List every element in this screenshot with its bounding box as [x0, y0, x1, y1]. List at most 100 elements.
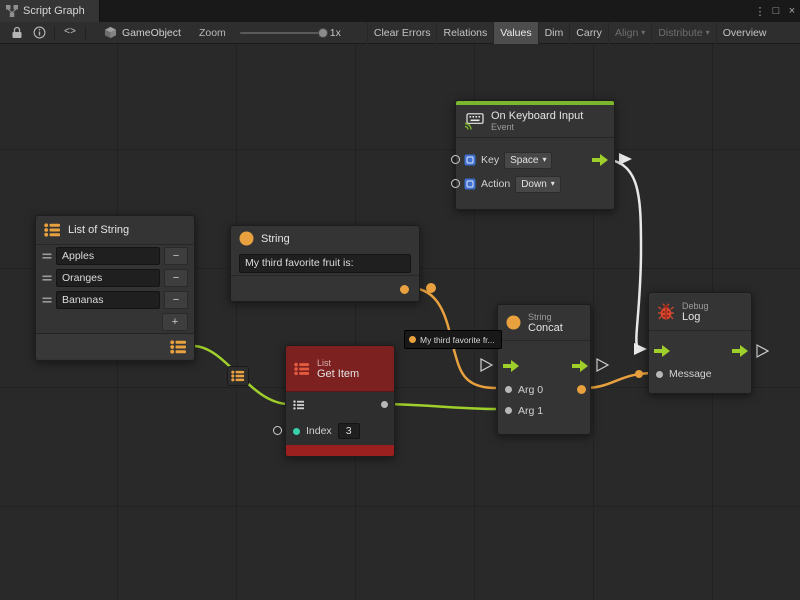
- index-input-port[interactable]: [293, 428, 300, 435]
- list-icon: [44, 223, 61, 237]
- flow-input-port[interactable]: [503, 360, 519, 372]
- node-subtitle: Event: [491, 122, 583, 132]
- info-button[interactable]: [28, 22, 50, 44]
- clear-errors-button[interactable]: Clear Errors: [367, 22, 437, 44]
- gameobject-icon: [104, 26, 117, 39]
- flow-output-port[interactable]: [592, 154, 608, 166]
- code-view-button[interactable]: <>: [59, 22, 81, 44]
- arg1-input-port[interactable]: [505, 407, 512, 414]
- flow-hint-triangle-icon: [757, 345, 768, 357]
- node-category: Debug: [682, 301, 709, 311]
- index-label: Index: [306, 425, 332, 437]
- keyboard-icon: [464, 113, 484, 130]
- list-item-row: Apples −: [36, 245, 194, 267]
- remove-item-button[interactable]: −: [164, 269, 188, 287]
- index-row: Index 3: [286, 418, 396, 444]
- node-concat[interactable]: String Concat Arg 0 Arg 1: [497, 304, 591, 435]
- flow-row: [498, 353, 592, 379]
- list-output-row: [36, 333, 194, 359]
- flow-arrowhead: [634, 343, 647, 355]
- maximize-icon[interactable]: □: [768, 0, 784, 22]
- lock-button[interactable]: [6, 22, 28, 44]
- string-output-port[interactable]: [400, 285, 409, 294]
- node-title: List of String: [68, 224, 129, 236]
- list-input-port[interactable]: [293, 400, 305, 410]
- zoom-value: 1x: [330, 27, 341, 39]
- code-icon: <>: [64, 27, 76, 38]
- graph-canvas[interactable]: On Keyboard Input Event Key Space ▾ Acti…: [0, 44, 800, 600]
- node-get-item[interactable]: List Get Item Index 3: [285, 345, 395, 457]
- drag-handle-icon[interactable]: [42, 274, 52, 282]
- flow-hint-triangle-icon: [481, 359, 492, 371]
- list-item-field[interactable]: Oranges: [56, 269, 160, 287]
- arg0-input-port[interactable]: [505, 386, 512, 393]
- item-output-port[interactable]: [381, 401, 388, 408]
- window-title: Script Graph: [23, 5, 85, 17]
- align-button[interactable]: Align▾: [608, 22, 651, 44]
- distribute-button[interactable]: Distribute▾: [651, 22, 715, 44]
- node-string-literal[interactable]: String My third favorite fruit is:: [230, 225, 420, 302]
- node-list-of-string[interactable]: List of String Apples − Oranges − Banana…: [35, 215, 195, 361]
- index-external-port[interactable]: [273, 426, 282, 435]
- keycap-icon: [464, 178, 476, 190]
- window-menu-icon[interactable]: ⋮: [752, 0, 768, 22]
- wire-value-label: My third favorite fr...: [404, 330, 502, 349]
- node-title: Get Item: [317, 368, 359, 380]
- list-item-row: Oranges −: [36, 267, 194, 289]
- node-category: String: [528, 312, 563, 322]
- flow-output-port[interactable]: [732, 345, 748, 357]
- message-row: Message: [649, 363, 753, 385]
- list-item-field[interactable]: Bananas: [56, 291, 160, 309]
- list-output-port[interactable]: [170, 340, 187, 354]
- string-icon: [239, 231, 254, 246]
- string-value-dot-icon: [409, 336, 416, 343]
- add-item-button[interactable]: +: [162, 313, 188, 331]
- close-icon[interactable]: ×: [784, 0, 800, 22]
- node-debug-log[interactable]: Debug Log Message: [648, 292, 752, 394]
- list-icon: [231, 370, 245, 382]
- list-item-field[interactable]: Apples: [56, 247, 160, 265]
- key-dropdown[interactable]: Space ▾: [504, 152, 552, 169]
- window-tab[interactable]: Script Graph: [0, 0, 100, 22]
- bug-icon: [657, 303, 675, 321]
- wire-getitem-to-concat-arg1[interactable]: [381, 404, 496, 409]
- zoom-slider-knob[interactable]: [318, 28, 328, 38]
- string-icon: [506, 315, 521, 330]
- node-category: List: [317, 358, 359, 368]
- node-title: Log: [682, 311, 709, 323]
- carry-button[interactable]: Carry: [569, 22, 608, 44]
- action-input-port[interactable]: [451, 179, 460, 188]
- values-button[interactable]: Values: [493, 22, 537, 44]
- gameobject-selector[interactable]: GameObject: [104, 26, 181, 39]
- remove-item-button[interactable]: −: [164, 247, 188, 265]
- action-label: Action: [481, 178, 510, 190]
- key-input-port[interactable]: [451, 155, 460, 164]
- flow-output-port[interactable]: [572, 360, 588, 372]
- zoom-label: Zoom: [199, 27, 226, 39]
- message-input-port[interactable]: [656, 371, 663, 378]
- overview-button[interactable]: Overview: [716, 22, 773, 44]
- result-output-port[interactable]: [577, 385, 586, 394]
- chevron-down-icon: ▾: [706, 29, 710, 37]
- drag-handle-icon[interactable]: [42, 296, 52, 304]
- drag-handle-icon[interactable]: [42, 252, 52, 260]
- graph-toolbar: <> GameObject Zoom 1x Clear Errors Relat…: [0, 22, 800, 44]
- arg0-label: Arg 0: [518, 384, 543, 396]
- node-error-strip: [286, 445, 394, 456]
- lock-icon: [11, 26, 23, 39]
- zoom-slider[interactable]: [240, 32, 324, 34]
- keycap-icon: [464, 154, 476, 166]
- action-dropdown[interactable]: Down ▾: [515, 176, 561, 193]
- remove-item-button[interactable]: −: [164, 291, 188, 309]
- chevron-down-icon: ▾: [542, 156, 546, 164]
- script-graph-icon: [6, 5, 18, 17]
- wire-list-value-chip: [227, 366, 249, 386]
- flow-arrowhead: [619, 153, 632, 165]
- flow-input-port[interactable]: [654, 345, 670, 357]
- node-on-keyboard-input[interactable]: On Keyboard Input Event Key Space ▾ Acti…: [455, 100, 615, 210]
- relations-button[interactable]: Relations: [436, 22, 493, 44]
- index-field[interactable]: 3: [338, 423, 360, 439]
- string-value-field[interactable]: My third favorite fruit is:: [239, 254, 411, 273]
- wire-concat-to-log-message[interactable]: [584, 373, 655, 388]
- dim-button[interactable]: Dim: [538, 22, 570, 44]
